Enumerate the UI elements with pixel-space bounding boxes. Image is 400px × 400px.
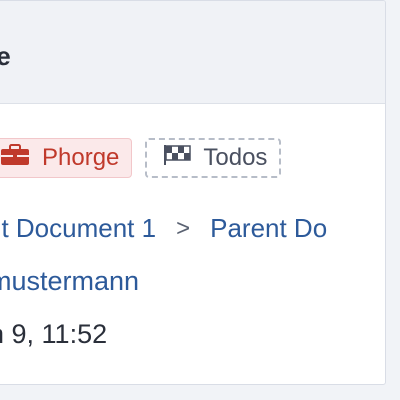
briefcase-icon bbox=[0, 143, 30, 173]
author-link[interactable]: mustermann bbox=[0, 266, 139, 297]
checkered-flag-icon bbox=[163, 144, 192, 173]
breadcrumb-item-parent-1[interactable]: nt Document 1 bbox=[0, 213, 156, 244]
tag-label: Phorge bbox=[42, 144, 120, 171]
document-card: le Phorge bbox=[0, 0, 386, 385]
tag-label: Todos bbox=[203, 144, 268, 171]
breadcrumb-item-parent-2[interactable]: Parent Do bbox=[210, 213, 327, 244]
tag-list: Phorge Todos bbox=[0, 136, 294, 180]
timestamp: n 9, 11:52 bbox=[0, 319, 108, 349]
card-header: le bbox=[0, 1, 385, 104]
tag-phorge[interactable]: Phorge bbox=[0, 138, 133, 178]
breadcrumb: nt Document 1 > Parent Do bbox=[0, 213, 327, 244]
card-title: le bbox=[0, 41, 11, 72]
tag-todos[interactable]: Todos bbox=[145, 138, 282, 178]
breadcrumb-separator: > bbox=[176, 214, 191, 242]
